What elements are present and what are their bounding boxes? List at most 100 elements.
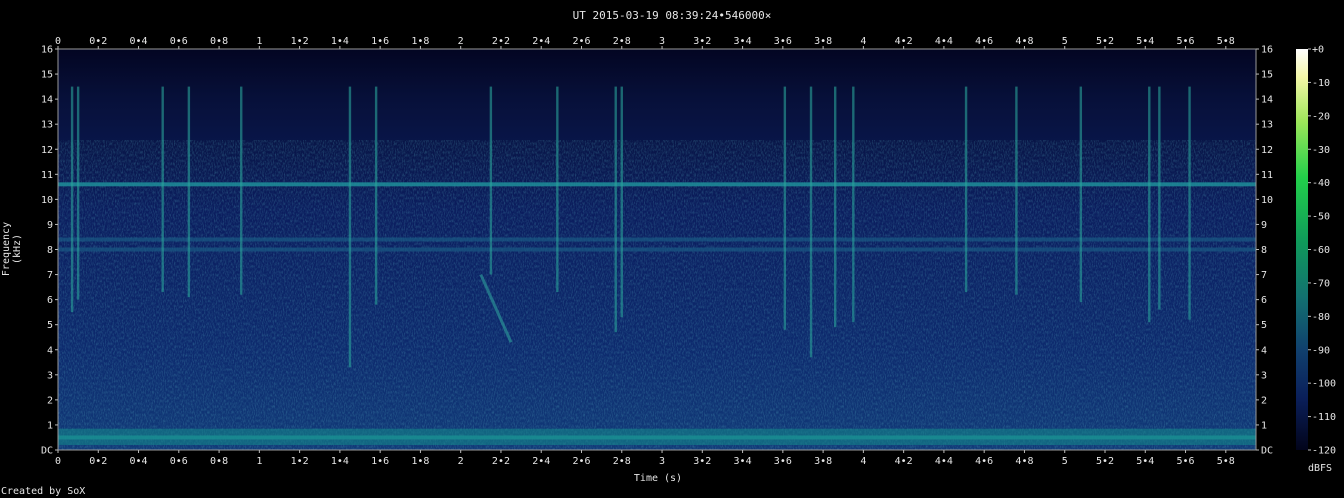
x-tick-label-top: 1•6 [371, 36, 389, 47]
y-tick-label: 3 [47, 370, 53, 381]
x-tick-label-top: 3•6 [774, 36, 792, 47]
y-tick-label: 10 [41, 195, 53, 206]
impulse-streak [556, 86, 559, 293]
x-tick-label-top: 1•4 [331, 36, 349, 47]
x-tick-label: 2•8 [613, 456, 631, 467]
x-tick-label: 1•4 [331, 456, 349, 467]
impulse-streak [70, 86, 74, 313]
tone-line [58, 247, 1256, 252]
x-tick-label: 4•8 [1015, 456, 1033, 467]
impulse-streak [620, 86, 623, 318]
y-tick-label-right: 16 [1261, 45, 1273, 56]
x-tick-label-top: 0•8 [210, 36, 228, 47]
y-tick-label: 13 [41, 120, 53, 131]
colorbar-tick-label: -20 [1312, 111, 1330, 122]
x-tick-label-top: 3 [659, 36, 665, 47]
x-tick-label-top: 5•2 [1096, 36, 1114, 47]
y-tick-label-right: 5 [1261, 320, 1267, 331]
y-tick-label: 5 [47, 320, 53, 331]
y-tick-label-right: 8 [1261, 245, 1267, 256]
y-tick-label-right: 14 [1261, 95, 1273, 106]
x-tick-label-top: 3•2 [693, 36, 711, 47]
y-tick-label: 8 [47, 245, 53, 256]
x-tick-label: 0•8 [210, 456, 228, 467]
y-tick-label-right: 12 [1261, 145, 1273, 156]
x-tick-label-top: 2•4 [532, 36, 550, 47]
colorbar [1296, 49, 1308, 450]
x-tick-label: 0•4 [130, 456, 148, 467]
y-tick-label-right: 10 [1261, 195, 1273, 206]
y-tick-label-right: 11 [1261, 170, 1273, 181]
x-tick-label-top: 3•8 [814, 36, 832, 47]
tone-line [58, 237, 1256, 242]
impulse-streak [809, 86, 813, 358]
x-tick-label-top: 0•2 [89, 36, 107, 47]
x-tick-label-top: 2•6 [572, 36, 590, 47]
impulse-streak [852, 86, 855, 323]
spectrogram-noise [58, 140, 1256, 450]
colorbar-tick-label: -30 [1312, 145, 1330, 156]
y-tick-label-right: 1 [1261, 420, 1267, 431]
x-tick-label-top: 4•4 [935, 36, 953, 47]
colorbar-tick-label: -40 [1312, 178, 1330, 189]
x-tick-label: 1•2 [291, 456, 309, 467]
impulse-streak [187, 86, 191, 298]
x-axis-label: Time (s) [633, 473, 683, 484]
x-tick-label: 4 [860, 456, 866, 467]
x-tick-label: 1•6 [371, 456, 389, 467]
credit-text: Created by SoX [1, 486, 86, 497]
x-tick-label: 2 [458, 456, 464, 467]
impulse-streak [1188, 86, 1191, 320]
colorbar-tick-label: -50 [1312, 212, 1330, 223]
x-tick-label-top: 0•6 [170, 36, 188, 47]
y-tick-label: 6 [47, 295, 53, 306]
x-tick-label: 5 [1062, 456, 1068, 467]
x-tick-label: 2•2 [492, 456, 510, 467]
spectrogram-chart: 000•20•20•40•40•60•60•80•8111•21•21•41•4… [41, 36, 1336, 467]
x-tick-label-top: 5•8 [1217, 36, 1235, 47]
x-tick-label: 3•6 [774, 456, 792, 467]
x-tick-label: 4•4 [935, 456, 953, 467]
y-tick-label: 14 [41, 95, 53, 106]
y-tick-label-right: 7 [1261, 270, 1267, 281]
colorbar-unit-label: dBFS [1307, 463, 1333, 474]
impulse-streak [964, 86, 968, 293]
impulse-streak [833, 86, 837, 328]
y-tick-label-right: 15 [1261, 70, 1273, 81]
x-tick-label-top: 1 [256, 36, 262, 47]
y-tick-label: 12 [41, 145, 53, 156]
impulse-streak [161, 86, 164, 293]
colorbar-tick-label: -70 [1312, 278, 1330, 289]
y-axis-label: Frequency (kHz) [1, 221, 23, 277]
x-tick-label: 0•2 [89, 456, 107, 467]
impulse-streak [783, 86, 787, 330]
y-tick-label-right: 3 [1261, 370, 1267, 381]
impulse-streak [1079, 86, 1083, 303]
x-tick-label-top: 1•8 [411, 36, 429, 47]
colorbar-tick-label: -80 [1312, 312, 1330, 323]
colorbar-ticks: +0 -10 -20 -30 -40 -50 -60 -70 -80 -90 -100 -110 -12… [1308, 45, 1336, 457]
impulse-streak [348, 86, 352, 368]
x-tick-label: 0•6 [170, 456, 188, 467]
colorbar-tick-label: -110 [1312, 412, 1336, 423]
y-tick-label: 16 [41, 45, 53, 56]
x-tick-label-top: 2 [458, 36, 464, 47]
low-frequency-band [58, 428, 1256, 445]
x-tick-label-top: 5•4 [1136, 36, 1154, 47]
plot-area [58, 49, 1256, 450]
colorbar-tick-label: -90 [1312, 345, 1330, 356]
x-tick-label: 3•8 [814, 456, 832, 467]
colorbar-tick-label: -120 [1312, 446, 1336, 457]
x-tick-label: 4•2 [895, 456, 913, 467]
x-tick-label: 5•8 [1217, 456, 1235, 467]
y-tick-label: 7 [47, 270, 53, 281]
y-tick-label: DC [41, 446, 53, 457]
impulse-streak [489, 86, 493, 275]
colorbar-tick-label: -100 [1312, 379, 1336, 390]
x-tick-label: 5•2 [1096, 456, 1114, 467]
x-tick-label-top: 0•4 [130, 36, 148, 47]
impulse-streak [76, 86, 80, 300]
x-tick-label: 1 [256, 456, 262, 467]
x-tick-label: 2•6 [572, 456, 590, 467]
x-tick-label-top: 2•2 [492, 36, 510, 47]
